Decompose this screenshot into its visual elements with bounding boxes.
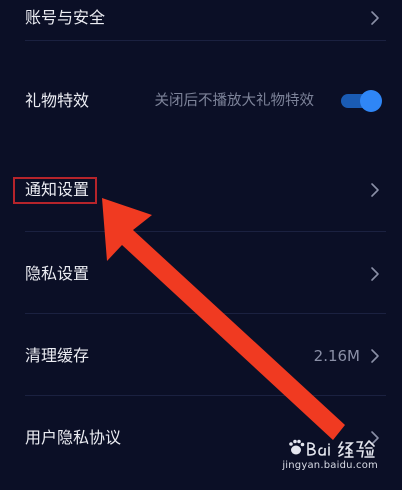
highlight-box [13, 177, 97, 204]
baidu-jingyan-logo [289, 439, 375, 458]
watermark-url: jingyan.baidu.com [282, 460, 378, 471]
gift-effects-toggle[interactable] [341, 90, 382, 112]
settings-row-gift-effects: 礼物特效 关闭后不播放大礼物特效 [0, 62, 402, 144]
toggle-knob [360, 90, 382, 112]
watermark: jingyan.baidu.com [282, 438, 378, 472]
gift-effects-hint: 关闭后不播放大礼物特效 [154, 93, 315, 109]
privacy-policy-label: 用户隐私协议 [25, 428, 122, 447]
chevron-right-icon [371, 183, 379, 197]
divider [25, 40, 386, 41]
cache-size-value: 2.16M [313, 347, 360, 365]
account-security-label: 账号与安全 [25, 8, 106, 27]
settings-row-privacy[interactable]: 隐私设置 [0, 232, 402, 314]
clear-cache-label: 清理缓存 [25, 346, 90, 365]
chevron-right-icon [371, 11, 379, 25]
settings-row-account-security[interactable]: 账号与安全 [0, 0, 402, 41]
privacy-label: 隐私设置 [25, 264, 90, 283]
settings-list: 账号与安全 礼物特效 关闭后不播放大礼物特效 通知设置 隐私设置 清理缓存 2.… [0, 0, 402, 490]
chevron-right-icon [371, 267, 379, 281]
gift-effects-label: 礼物特效 [25, 91, 90, 110]
settings-row-clear-cache[interactable]: 清理缓存 2.16M [0, 314, 402, 396]
chevron-right-icon [371, 349, 379, 363]
